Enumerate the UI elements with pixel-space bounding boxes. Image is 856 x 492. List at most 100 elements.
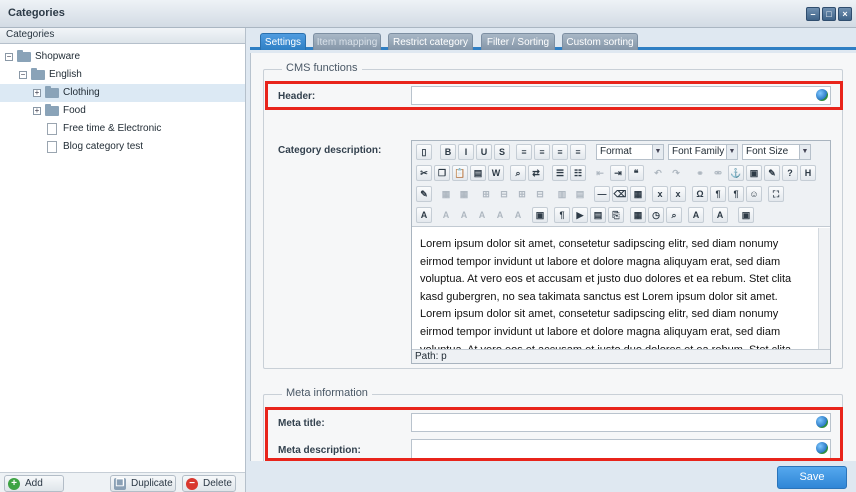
special-char-icon[interactable]: Ω [692,186,708,202]
emoticon-icon[interactable]: ☺ [746,186,762,202]
expand-icon[interactable]: + [33,89,41,97]
bold-icon[interactable]: B [440,144,456,160]
tab-restrict-category[interactable]: Restrict category [388,33,473,50]
restore-icon[interactable]: □ [822,7,836,21]
redo-icon[interactable]: ↷ [668,165,684,181]
paste-icon[interactable]: 📋 [452,165,468,181]
media-icon[interactable]: ▶ [572,207,588,223]
time-icon[interactable]: ◷ [648,207,664,223]
fullscreen-icon[interactable]: ⛶ [768,186,784,202]
align-right-icon[interactable]: ≡ [552,144,568,160]
html-icon[interactable]: H [800,165,816,181]
font-size-select[interactable]: Font Size ▼ [742,144,811,160]
page-break-icon[interactable]: ⎘ [608,207,624,223]
numbered-list-icon[interactable]: ☷ [570,165,586,181]
editor-content[interactable]: Lorem ipsum dolor sit amet, consetetur s… [412,228,817,349]
paste-word-icon[interactable]: W [488,165,504,181]
collapse-icon[interactable]: − [5,53,13,61]
category-description-label: Category description: [278,145,382,156]
pilcrow-icon[interactable]: ¶ [554,207,570,223]
undo-icon[interactable]: ↶ [650,165,666,181]
save-button[interactable]: Save [777,466,847,489]
blockquote-icon[interactable]: ❝ [628,165,644,181]
edit-icon[interactable]: ✎ [416,186,432,202]
expand-icon[interactable]: + [33,107,41,115]
remove-format-icon[interactable]: ⌫ [612,186,628,202]
zoom-icon[interactable]: ⌕ [666,207,682,223]
header-highlight-box [265,81,843,110]
replace-icon[interactable]: ⇄ [528,165,544,181]
image-icon[interactable]: ▣ [746,165,762,181]
acronym-icon[interactable]: A [456,207,472,223]
cut-icon[interactable]: ✂ [416,165,432,181]
horizontal-rule-icon[interactable]: — [594,186,610,202]
format-select[interactable]: Format ▼ [596,144,664,160]
tab-filter-sorting[interactable]: Filter / Sorting [481,33,555,50]
abbr-icon[interactable]: A [438,207,454,223]
attributes-icon[interactable]: A [510,207,526,223]
paste-text-icon[interactable]: ▤ [470,165,486,181]
close-icon[interactable]: × [838,7,852,21]
template-icon[interactable]: ▤ [590,207,606,223]
italic-icon[interactable]: I [458,144,474,160]
styles-icon[interactable]: A [416,207,432,223]
new-document-icon[interactable]: ▯ [416,144,432,160]
underline-icon[interactable]: U [476,144,492,160]
rtl-icon[interactable]: ¶ [728,186,744,202]
editor-toolbar: Format ▼ Font Family ▼ Font Size ▼ ▯ B I U S… [412,141,830,227]
meta-legend: Meta information [282,387,372,399]
bullet-list-icon[interactable]: ☰ [552,165,568,181]
tab-settings[interactable]: Settings [260,33,306,50]
cleanup-icon[interactable]: ✎ [764,165,780,181]
link-icon[interactable]: ⚭ [692,165,708,181]
insert-layer-icon[interactable]: ▣ [532,207,548,223]
ltr-icon[interactable]: ¶ [710,186,726,202]
outdent-icon[interactable]: ⇤ [592,165,608,181]
tree-node[interactable]: + Clothing [0,84,245,102]
align-center-icon[interactable]: ≡ [534,144,550,160]
insert-mark-icon[interactable]: A [492,207,508,223]
duplicate-button[interactable]: ❐ Duplicate [110,475,176,492]
delete-mark-icon[interactable]: A [474,207,490,223]
anchor-icon[interactable]: ⚓ [728,165,744,181]
minimize-icon[interactable]: – [806,7,820,21]
strikethrough-icon[interactable]: S [494,144,510,160]
collapse-icon[interactable]: − [19,71,27,79]
superscript-icon[interactable]: x [670,186,686,202]
tab-item-mapping[interactable]: Item mapping [313,33,381,50]
date-icon[interactable]: ▦ [630,207,646,223]
align-justify-icon[interactable]: ≡ [570,144,586,160]
align-left-icon[interactable]: ≡ [516,144,532,160]
tree-panel-header: Categories [0,28,245,44]
table-icon[interactable]: ▦ [438,186,454,202]
merge-cells-icon[interactable]: ▤ [572,186,588,202]
add-new-button[interactable]: + Add new [4,475,64,492]
visual-aid-icon[interactable]: ▦ [630,186,646,202]
font-family-select[interactable]: Font Family ▼ [668,144,738,160]
tab-custom-sorting[interactable]: Custom sorting [562,33,638,50]
tree-node[interactable]: − English [0,66,245,84]
tree-node[interactable]: − Shopware [0,48,245,66]
add-new-label: Add new [25,478,43,489]
tree-node[interactable]: Blog category test [0,138,245,156]
text-color-icon[interactable]: A [688,207,704,223]
insert-col-icon[interactable]: ⊞ [514,186,530,202]
indent-icon[interactable]: ⇥ [610,165,626,181]
table-props-icon[interactable]: ▦ [456,186,472,202]
editor-scrollbar[interactable] [818,228,830,349]
find-icon[interactable]: ⌕ [510,165,526,181]
tree-node[interactable]: + Food [0,102,245,120]
split-cells-icon[interactable]: ▥ [554,186,570,202]
delete-col-icon[interactable]: ⊟ [532,186,548,202]
delete-button[interactable]: − Delete [182,475,236,492]
highlight-color-icon[interactable]: A [712,207,728,223]
insert-row-icon[interactable]: ⊞ [478,186,494,202]
copy-icon[interactable]: ❐ [434,165,450,181]
help-icon[interactable]: ? [782,165,798,181]
subscript-icon[interactable]: x [652,186,668,202]
tree-node[interactable]: Free time & Electronic [0,120,245,138]
delete-row-icon[interactable]: ⊟ [496,186,512,202]
unlink-icon[interactable]: ⚮ [710,165,726,181]
media-manager-icon[interactable]: ▣ [738,207,754,223]
category-tree: − Shopware − English + Clothing + Food Free time… [0,44,245,472]
